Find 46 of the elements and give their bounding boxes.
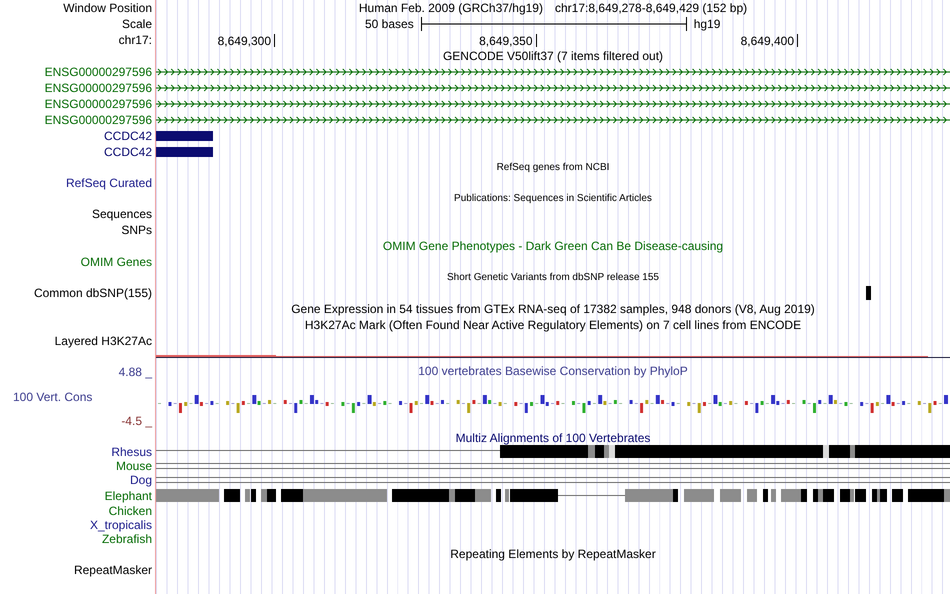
ruler-tick-label: 8,649,300 (175, 34, 275, 47)
track-title: 100 vertebrates Basewise Conservation by PhyloP (418, 363, 688, 379)
position-text: chr17:8,649,278-8,649,429 (152 bp) (554, 1, 748, 15)
species-label[interactable]: Chicken (108, 504, 152, 518)
track-label[interactable]: ENSG00000297596 (44, 81, 152, 95)
axis-max-label: 4.88 _ (118, 365, 152, 379)
axis-min-label: -4.5 _ (120, 414, 152, 428)
track-label[interactable]: Layered H3K27Ac (54, 334, 152, 348)
track-title: Short Genetic Variants from dbSNP release 155 (447, 272, 659, 283)
ruler-tick-label: 8,649,350 (436, 34, 536, 47)
gene-bar[interactable] (156, 147, 213, 157)
gene-bar[interactable] (156, 131, 213, 141)
track-title: RefSeq genes from NCBI (496, 162, 610, 173)
species-label[interactable]: Rhesus (111, 445, 152, 459)
track-label[interactable]: 100 Vert. Cons (0, 390, 152, 404)
scale-length: 50 bases (365, 17, 414, 31)
track-label[interactable]: Sequences (92, 207, 152, 221)
assembly-text: Human Feb. 2009 (GRCh37/hg19) (358, 1, 543, 15)
track-title: Gene Expression in 54 tissues from GTEx RNA-seq of 17382 samples, 948 donors (V8, Aug 2019) (291, 302, 815, 316)
track-label[interactable]: OMIM Genes (80, 255, 152, 269)
species-label[interactable]: Dog (130, 473, 152, 487)
track-title: Publications: Sequences in Scientific Articles (454, 193, 652, 204)
track-label[interactable]: RefSeq Curated (66, 176, 152, 190)
track-label[interactable]: ENSG00000297596 (44, 113, 152, 127)
track-label[interactable]: CCDC42 (104, 129, 152, 143)
track-label: chr17: (118, 33, 152, 47)
species-label[interactable]: Elephant (104, 488, 152, 502)
scale-assembly: hg19 (694, 17, 720, 31)
track-label[interactable]: RepeatMasker (74, 563, 152, 577)
species-label[interactable]: Mouse (116, 459, 152, 473)
track-title: H3K27Ac Mark (Often Found Near Active Regulatory Elements) on 7 cell lines from ENCODE (304, 318, 802, 332)
track-title: OMIM Gene Phenotypes - Dark Green Can Be Disease-causing (382, 239, 724, 253)
track-title: Repeating Elements by RepeatMasker (450, 547, 656, 561)
track-label[interactable]: SNPs (121, 223, 152, 237)
snp-mark (866, 286, 871, 300)
track-label: Scale (122, 17, 152, 31)
track-label[interactable]: CCDC42 (104, 145, 152, 159)
track-label[interactable]: ENSG00000297596 (44, 97, 152, 111)
track-label: Window Position (63, 1, 152, 15)
track-title: GENCODE V50lift37 (7 items filtered out) (442, 49, 664, 63)
species-label[interactable]: Zebrafish (102, 532, 152, 546)
track-label[interactable]: ENSG00000297596 (44, 65, 152, 79)
track-label[interactable]: Common dbSNP(155) (34, 286, 152, 300)
track-title: Multiz Alignments of 100 Vertebrates (456, 430, 650, 444)
species-label[interactable]: X_tropicalis (90, 518, 152, 532)
ruler-tick-label: 8,649,400 (698, 34, 798, 47)
